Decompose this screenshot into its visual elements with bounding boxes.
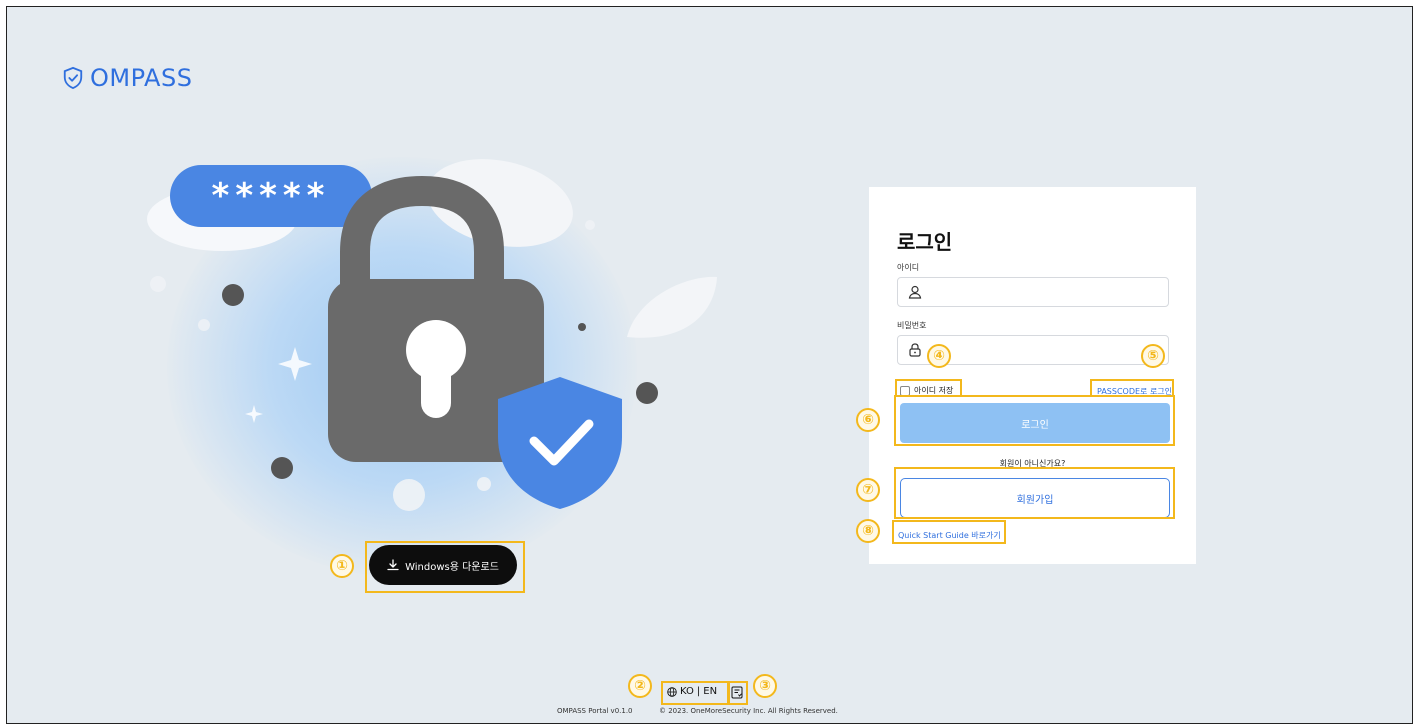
windows-download-button[interactable]: Windows용 다운로드: [369, 545, 517, 585]
annotation-8: ⑧: [856, 519, 880, 543]
lang-en[interactable]: EN: [703, 686, 717, 697]
user-icon: [908, 285, 922, 299]
lock-icon: [909, 343, 921, 357]
annotation-7: ⑦: [856, 478, 880, 502]
download-icon: [387, 559, 399, 571]
brand-name: OMPASS: [90, 64, 193, 92]
login-button[interactable]: 로그인: [900, 403, 1170, 443]
annotation-4: ④: [927, 344, 951, 368]
annotation-2: ②: [628, 674, 652, 698]
manual-document-icon[interactable]: [731, 686, 743, 699]
id-label: 아이디: [897, 263, 920, 272]
login-title: 로그인: [897, 230, 953, 254]
password-input[interactable]: [931, 337, 1168, 363]
page-frame: OMPASS ***** Windows용 다운로드 로그인 아이디 비밀번호 …: [6, 6, 1413, 724]
annotation-6: ⑥: [856, 408, 880, 432]
remember-id-label: 아이디 저장: [914, 386, 954, 395]
globe-icon: [667, 686, 677, 697]
password-label: 비밀번호: [897, 321, 927, 330]
password-mask: *****: [212, 176, 331, 216]
download-label: Windows용 다운로드: [405, 561, 499, 573]
hero-illustration: *****: [7, 7, 1412, 723]
annotation-5: ⑤: [1141, 344, 1165, 368]
login-card: 로그인 아이디 비밀번호 아이디 저장 PASSCODE로 로그인 로그인 회원…: [869, 187, 1196, 564]
language-switcher[interactable]: KO | EN: [667, 686, 717, 697]
id-field[interactable]: [897, 277, 1169, 307]
annotation-3: ③: [753, 674, 777, 698]
signup-button[interactable]: 회원가입: [900, 478, 1170, 518]
copyright-text: © 2023. OneMoreSecurity Inc. All Rights …: [659, 707, 838, 715]
quick-start-guide-link[interactable]: Quick Start Guide 바로가기: [898, 530, 1001, 541]
passcode-login-link[interactable]: PASSCODE로 로그인: [1097, 386, 1172, 397]
annotation-1: ①: [330, 554, 354, 578]
id-input[interactable]: [931, 279, 1168, 305]
checkbox-box[interactable]: [900, 385, 910, 396]
portal-version: OMPASS Portal v0.1.0: [557, 707, 633, 715]
lang-separator: |: [696, 686, 701, 697]
lang-ko[interactable]: KO: [680, 686, 694, 697]
remember-id-checkbox[interactable]: 아이디 저장: [900, 385, 953, 396]
shield-check-icon: [63, 66, 83, 90]
not-member-text: 회원이 아니신가요?: [999, 459, 1066, 468]
omapss-logo: OMPASS: [62, 64, 192, 92]
